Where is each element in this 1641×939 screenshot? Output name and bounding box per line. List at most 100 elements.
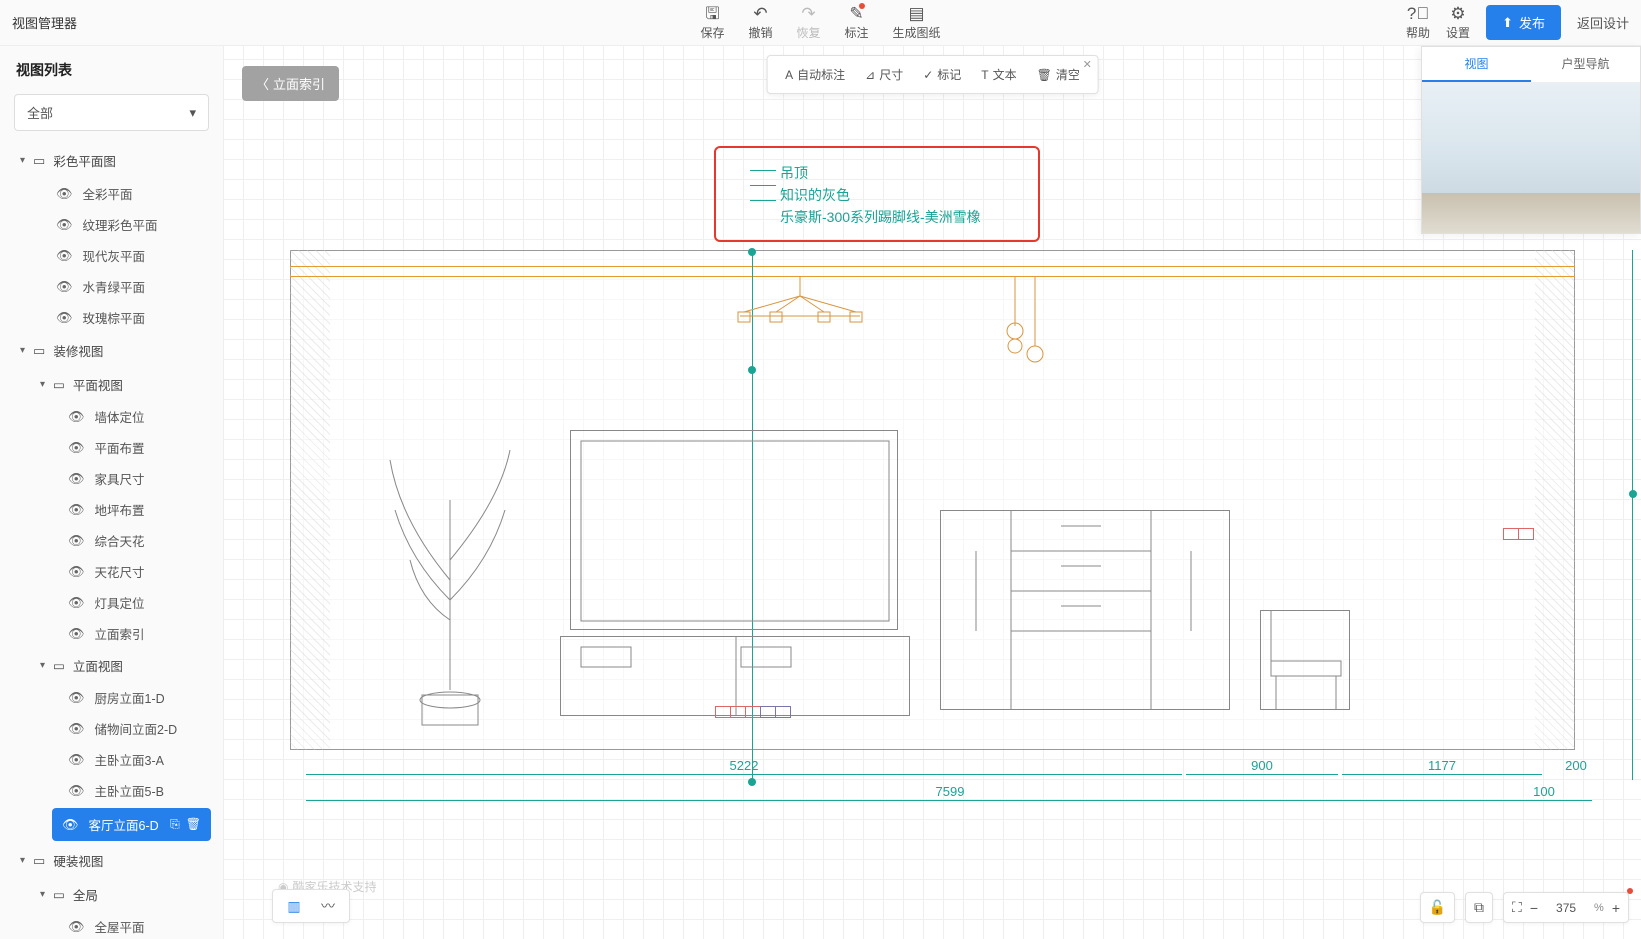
undo-button[interactable]: ↶ 撤销 xyxy=(748,5,772,41)
eye-icon: 👁 xyxy=(56,248,73,264)
chevron-left-icon: 〈 xyxy=(256,74,269,93)
tree-leaf-ceilingcomp[interactable]: 👁综合天花 xyxy=(0,525,223,556)
tab-nav[interactable]: 户型导航 xyxy=(1531,47,1640,82)
eye-icon: 👁 xyxy=(68,919,85,935)
auto-annotate-button[interactable]: A自动标注 xyxy=(777,62,853,87)
return-button[interactable]: 返回设计 xyxy=(1577,13,1629,32)
publish-button[interactable]: ⬆ 发布 xyxy=(1486,5,1561,40)
callout-leader-lines xyxy=(750,162,776,201)
tree-sub-plan[interactable]: ▾▭平面视图 xyxy=(0,368,223,401)
settings-button[interactable]: ⚙ 设置 xyxy=(1446,5,1470,41)
folder-icon: ▭ xyxy=(53,887,65,902)
ceiling-line-2 xyxy=(290,276,1575,277)
tree-sub-elev[interactable]: ▾▭立面视图 xyxy=(0,649,223,682)
eye-icon: 👁 xyxy=(68,690,85,706)
zoom-out-button[interactable]: − xyxy=(1530,900,1538,916)
dimension-lines: 5222 900 1177 200 100 7599 xyxy=(240,764,1625,822)
tree-leaf-moderngray[interactable]: 👁现代灰平面 xyxy=(0,240,223,271)
tree-leaf-texture[interactable]: 👁纹理彩色平面 xyxy=(0,209,223,240)
annotation-toolbar: A自动标注 ⊿尺寸 ✓标记 T文本 🗑清空 ✕ xyxy=(766,55,1099,94)
tree-leaf-light[interactable]: 👁灯具定位 xyxy=(0,587,223,618)
badge-dot xyxy=(859,3,865,9)
folder-icon: ▭ xyxy=(33,853,45,869)
folder-icon: ▭ xyxy=(53,377,65,392)
callout-text: 吊顶 知识的灰色 乐豪斯-300系列踢脚线-美洲雪橡 xyxy=(780,162,981,228)
eye-icon: 👁 xyxy=(68,595,85,611)
tree-group-deco[interactable]: ▾▭装修视图 xyxy=(0,333,223,368)
view-mode-toggle: ▥ 〰 xyxy=(272,889,350,923)
help-button[interactable]: ?⃝ 帮助 xyxy=(1406,5,1430,41)
eye-icon: 👁 xyxy=(56,186,73,202)
tree-leaf-wallpos[interactable]: 👁墙体定位 xyxy=(0,401,223,432)
marker-dot xyxy=(1629,490,1637,498)
sheet-view-button[interactable]: ▥ xyxy=(283,896,305,916)
tree-leaf-rose[interactable]: 👁玫瑰棕平面 xyxy=(0,302,223,333)
eye-icon: 👁 xyxy=(68,783,85,799)
auto-icon: A xyxy=(785,68,793,82)
tree-leaf-living6-active[interactable]: 👁客厅立面6-D ⎘🗑 xyxy=(52,808,211,841)
ceiling-line xyxy=(290,266,1575,267)
tree-leaf-storage[interactable]: 👁储物间立面2-D xyxy=(0,713,223,744)
cabinet-sketch xyxy=(940,510,1230,710)
zoom-percent: % xyxy=(1594,902,1604,914)
close-icon[interactable]: ✕ xyxy=(1083,58,1092,71)
link-icon[interactable]: ⎘ xyxy=(170,817,180,832)
lock-button[interactable]: 🔓 xyxy=(1420,892,1455,923)
generate-button[interactable]: ▤ 生成图纸 xyxy=(893,5,941,41)
app-title: 视图管理器 xyxy=(0,13,77,32)
eye-icon: 👁 xyxy=(68,502,85,518)
badge-dot xyxy=(1627,888,1633,894)
tree-leaf-fullcolor[interactable]: 👁全彩平面 xyxy=(0,178,223,209)
redo-icon: ↷ xyxy=(801,5,815,22)
zoom-value: 375 xyxy=(1546,901,1586,915)
tree-leaf-master5[interactable]: 👁主卧立面5-B xyxy=(0,775,223,806)
folder-icon: ▭ xyxy=(53,658,65,673)
tree-group-color[interactable]: ▾▭彩色平面图 xyxy=(0,143,223,178)
text-button[interactable]: T文本 xyxy=(973,62,1024,87)
tree-leaf-floor[interactable]: 👁地坪布置 xyxy=(0,494,223,525)
eye-icon: 👁 xyxy=(56,279,73,295)
chevron-down-icon: ▾ xyxy=(189,105,196,121)
clear-button[interactable]: 🗑清空 xyxy=(1029,62,1088,87)
folder-icon: ▭ xyxy=(33,153,45,169)
tree-leaf-furnsize[interactable]: 👁家具尺寸 xyxy=(0,463,223,494)
save-button[interactable]: 🖫 保存 xyxy=(700,5,724,41)
document-icon: ▤ xyxy=(908,5,924,22)
help-icon: ?⃝ xyxy=(1407,5,1429,22)
wall-hatch-right xyxy=(1535,250,1575,750)
eye-icon: 👁 xyxy=(68,721,85,737)
mark-button[interactable]: ✓标记 xyxy=(915,62,969,87)
eye-icon: 👁 xyxy=(68,471,85,487)
back-button[interactable]: 〈 立面索引 xyxy=(242,66,339,101)
tree-group-hard[interactable]: ▾▭硬装视图 xyxy=(0,843,223,878)
tree-sub-global[interactable]: ▾▭全局 xyxy=(0,878,223,911)
marker-dot xyxy=(748,366,756,374)
tree-leaf-aqua[interactable]: 👁水青绿平面 xyxy=(0,271,223,302)
zoom-in-button[interactable]: + xyxy=(1612,900,1620,916)
copy-button[interactable]: ⧉ xyxy=(1465,892,1493,923)
tab-view[interactable]: 视图 xyxy=(1422,47,1531,82)
tree-leaf-planlayout[interactable]: 👁平面布置 xyxy=(0,432,223,463)
tree-leaf-master3[interactable]: 👁主卧立面3-A xyxy=(0,744,223,775)
freeform-view-button[interactable]: 〰 xyxy=(317,896,339,916)
preview-thumbnail[interactable] xyxy=(1422,83,1640,233)
eye-icon: 👁 xyxy=(68,440,85,456)
elevation-drawing[interactable] xyxy=(240,250,1625,780)
annotate-button[interactable]: ✎ 标注 xyxy=(845,5,869,41)
redo-button[interactable]: ↷ 恢复 xyxy=(796,5,820,41)
tree-leaf-elevindex[interactable]: 👁立面索引 xyxy=(0,618,223,649)
tree-leaf-wholeplan[interactable]: 👁全屋平面 xyxy=(0,911,223,939)
tree-leaf-kitchen[interactable]: 👁厨房立面1-D xyxy=(0,682,223,713)
floor-tile-markers xyxy=(715,706,790,718)
zoom-controls: ⛶ − 375 % + xyxy=(1503,892,1629,923)
eye-icon: 👁 xyxy=(68,564,85,580)
filter-select[interactable]: 全部 ▾ xyxy=(14,94,209,131)
chandelier-sketch xyxy=(720,276,880,336)
fullscreen-icon[interactable]: ⛶ xyxy=(1512,899,1522,916)
tree-leaf-ceilingsize[interactable]: 👁天花尺寸 xyxy=(0,556,223,587)
delete-icon[interactable]: 🗑 xyxy=(186,817,201,832)
dimension-button[interactable]: ⊿尺寸 xyxy=(857,62,911,87)
preview-panel: 视图 户型导航 xyxy=(1421,46,1641,234)
gear-icon: ⚙ xyxy=(1450,5,1465,22)
pendant-light-sketch xyxy=(1000,276,1050,366)
